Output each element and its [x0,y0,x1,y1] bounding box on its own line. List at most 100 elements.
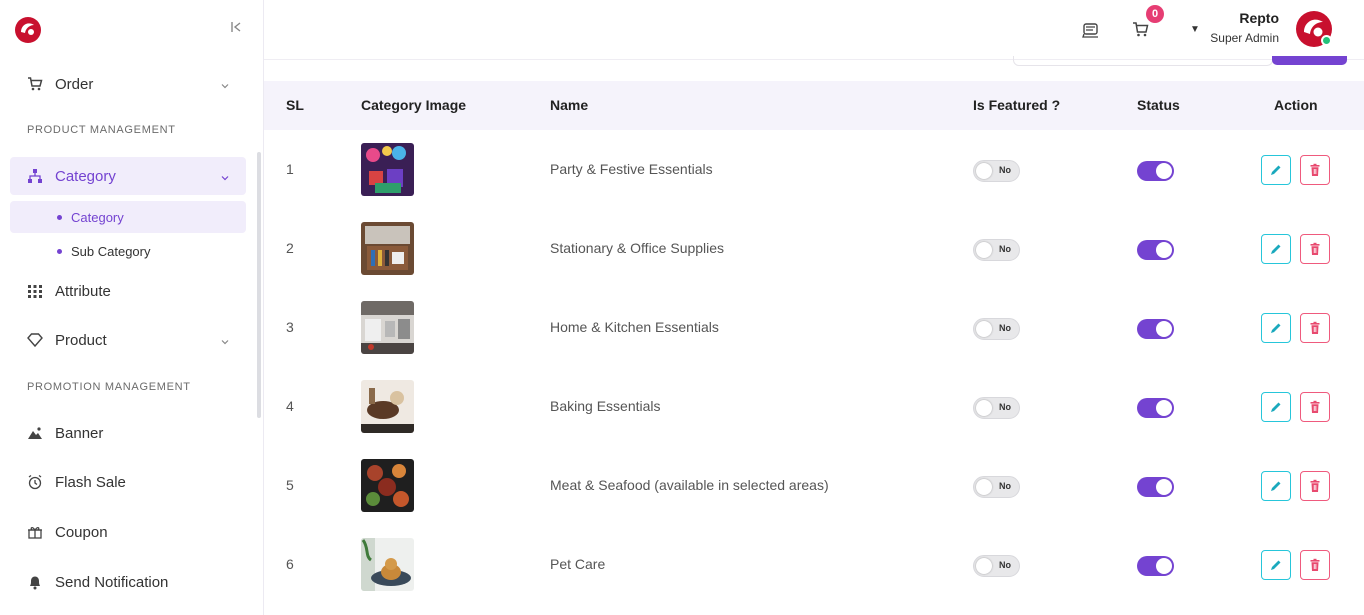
gift-icon [27,524,43,540]
trash-icon [1310,242,1320,255]
toggle-knob [1156,321,1172,337]
sidebar-item-flash-sale[interactable]: Flash Sale [10,463,246,501]
featured-toggle-label: No [999,481,1011,491]
sidebar-item-category[interactable]: Category [10,157,246,195]
category-image [361,380,414,433]
toggle-knob [976,558,992,574]
search-input[interactable] [1013,56,1273,66]
diamond-icon [27,332,43,348]
category-image [361,301,414,354]
edit-button[interactable] [1261,550,1291,580]
top-header: 0 ▼ Repto Super Admin [264,0,1364,60]
section-title-promotion-management: PROMOTION MANAGEMENT [27,381,191,393]
toggle-knob [976,163,992,179]
featured-toggle[interactable]: No [973,160,1020,182]
pencil-icon [1271,244,1281,254]
toggle-knob [976,400,992,416]
brand-logo[interactable] [14,16,42,44]
sidebar-item-order[interactable]: Order [10,65,246,103]
cart-icon[interactable] [1132,20,1150,43]
featured-toggle[interactable]: No [973,476,1020,498]
sidebar-item-send-notification[interactable]: Send Notification [10,563,246,601]
edit-button[interactable] [1261,234,1291,264]
sitemap-icon [27,168,43,184]
column-header-status: Status [1137,97,1180,113]
delete-button[interactable] [1300,313,1330,343]
user-role: Super Admin [1210,31,1279,45]
status-toggle[interactable] [1137,477,1174,497]
delete-button[interactable] [1300,155,1330,185]
sidebar-item-coupon[interactable]: Coupon [10,513,246,551]
featured-toggle-label: No [999,165,1011,175]
sidebar-item-attribute[interactable]: Attribute [10,272,246,310]
sidebar-collapse-icon[interactable] [229,20,245,36]
sidebar-item-banner[interactable]: Banner [10,414,246,452]
sidebar-item-label: Category [55,167,116,185]
category-name: Meat & Seafood (available in selected ar… [550,477,829,493]
caret-down-icon[interactable]: ▼ [1190,24,1200,35]
chevron-down-icon [220,334,230,345]
status-toggle[interactable] [1137,556,1174,576]
row-sl: 1 [286,161,294,177]
delete-button[interactable] [1300,550,1330,580]
pencil-icon [1271,165,1281,175]
row-sl: 3 [286,319,294,335]
bullet-icon [57,215,62,220]
sidebar-item-product[interactable]: Product [10,321,246,359]
sidebar-item-label: Order [55,75,94,93]
toggle-knob [1156,558,1172,574]
sidebar-item-label: Product [55,331,107,349]
delete-button[interactable] [1300,392,1330,422]
category-image [361,538,414,591]
status-toggle[interactable] [1137,319,1174,339]
table-row: 5 Meat & Seafood (available in selected … [264,446,1364,525]
table-row: 1 Party & Festive Essentials No [264,130,1364,209]
search-button[interactable] [1272,56,1347,65]
featured-toggle[interactable]: No [973,397,1020,419]
column-header-action: Action [1274,97,1318,113]
pencil-icon [1271,560,1281,570]
sidebar-item-label: Attribute [55,282,111,300]
sidebar-item-label: Coupon [55,523,108,541]
user-name[interactable]: Repto [1239,10,1279,26]
edit-button[interactable] [1261,313,1291,343]
sidebar-item-label: Banner [55,424,104,442]
featured-toggle[interactable]: No [973,555,1020,577]
sidebar-subitem-category[interactable]: Category [10,201,246,233]
toggle-knob [1156,479,1172,495]
row-sl: 6 [286,556,294,572]
table-header: SL Category Image Name Is Featured ? Sta… [264,81,1364,130]
featured-toggle[interactable]: No [973,318,1020,340]
edit-button[interactable] [1261,392,1291,422]
table-row: 4 Baking Essentials No [264,367,1364,446]
grid-icon [27,283,43,299]
category-name: Party & Festive Essentials [550,161,713,177]
category-image [361,222,414,275]
category-name: Pet Care [550,556,606,572]
table-row: 6 Pet Care No [264,525,1364,604]
category-image [361,459,414,512]
status-toggle[interactable] [1137,398,1174,418]
toggle-knob [976,321,992,337]
trash-icon [1310,558,1320,571]
status-toggle[interactable] [1137,240,1174,260]
sidebar-scrollbar[interactable] [257,152,261,418]
toggle-knob [976,242,992,258]
delete-button[interactable] [1300,471,1330,501]
edit-button[interactable] [1261,155,1291,185]
pencil-icon [1271,323,1281,333]
sidebar-subitem-label: Category [71,209,124,225]
sidebar-subitem-sub-category[interactable]: Sub Category [10,235,246,267]
featured-toggle-label: No [999,323,1011,333]
row-sl: 4 [286,398,294,414]
cart-count-badge: 0 [1146,5,1164,23]
delete-button[interactable] [1300,234,1330,264]
column-header-is-featured: Is Featured ? [973,97,1061,113]
pencil-icon [1271,402,1281,412]
featured-toggle[interactable]: No [973,239,1020,261]
edit-button[interactable] [1261,471,1291,501]
row-sl: 2 [286,240,294,256]
online-status-dot [1321,35,1332,46]
message-icon[interactable] [1082,22,1100,43]
status-toggle[interactable] [1137,161,1174,181]
